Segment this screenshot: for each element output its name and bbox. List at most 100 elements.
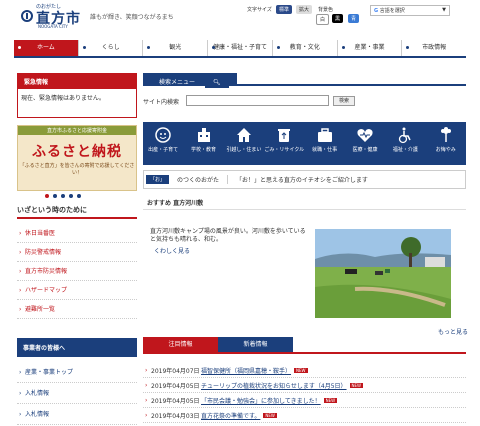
bg-white-button[interactable]: 白	[316, 14, 330, 25]
wheelchair-icon	[396, 126, 414, 144]
business-title: 事業者の皆様へ	[17, 338, 137, 357]
search-button[interactable]: 検索	[333, 96, 355, 106]
bg-black-button[interactable]: 黒	[332, 14, 344, 23]
new-badge: NEW	[294, 367, 308, 373]
house-icon	[235, 126, 253, 144]
news-title[interactable]: 「市民会議・勉強会」に参加してきました！	[201, 396, 321, 405]
news-list: › 2019年04月07日 福智保健所（福岡県嘉穂・鞍手） NEW › 2019…	[143, 363, 466, 423]
language-select-label: 言語を選択	[379, 8, 405, 14]
riverside-photo[interactable]	[315, 229, 451, 318]
news-date: 2019年04月03日	[151, 412, 200, 420]
nav-kurashi[interactable]: くらし	[79, 40, 144, 56]
nav-education[interactable]: 教育・文化	[273, 40, 338, 56]
news-row: › 2019年04月05日 チューリップの植栽状況をお知らせします（4月5日） …	[143, 378, 466, 393]
category-moving[interactable]: 引越し・住まい	[224, 122, 264, 165]
briefcase-icon	[316, 126, 334, 144]
category-condolence[interactable]: お悔やみ	[426, 122, 466, 165]
global-nav: ホーム くらし 観光 健康・福祉・子育て 教育・文化 産業・事業 市政情報	[14, 40, 466, 58]
category-work[interactable]: 就職・仕事	[305, 122, 345, 165]
emergency-box: 緊急情報 現在、緊急情報はありません。	[17, 73, 137, 118]
city-emblem-icon[interactable]	[21, 10, 33, 22]
heart-icon	[356, 126, 374, 144]
nav-kanko[interactable]: 観光	[143, 40, 209, 56]
search-input[interactable]	[186, 95, 329, 106]
tab-new[interactable]: 新着情報	[218, 337, 293, 352]
arrow-icon: ›	[145, 381, 148, 389]
carousel-dot[interactable]	[69, 194, 73, 198]
carousel-dot[interactable]	[77, 194, 81, 198]
oshirase-text: 「お！」と思える直方のイチオシをご紹介します	[236, 177, 368, 184]
search-menu-label: 検索メニュー 🔍︎	[143, 73, 237, 88]
chevron-down-icon: ▼	[442, 7, 446, 13]
bg-color-label: 背景色	[318, 7, 334, 13]
new-badge: NEW	[263, 412, 277, 418]
carousel-dot[interactable]	[53, 194, 57, 198]
carousel-dot[interactable]	[61, 194, 65, 198]
news-title[interactable]: 直方花祭の準備です。	[201, 411, 260, 420]
oshirase-bar[interactable]: 「お」 のつくのおがた 「お！」と思える直方のイチオシをご紹介します	[143, 170, 466, 189]
nav-city-info[interactable]: 市政情報	[402, 40, 466, 56]
news-title[interactable]: チューリップの植栽状況をお知らせします（4月5日）	[201, 381, 347, 390]
arrow-icon: ›	[145, 366, 148, 374]
banner-subtitle: 「ふるさと直方」を皆さんの寄附で応援してください！	[19, 163, 135, 176]
more-link[interactable]: もっと見る	[438, 327, 468, 336]
news-row: › 2019年04月03日 直方花祭の準備です。 NEW	[143, 408, 466, 423]
nav-industry[interactable]: 産業・事業	[338, 40, 403, 56]
emergency-link[interactable]: 休日当番医	[17, 224, 137, 243]
emergency-title: 緊急情報	[18, 74, 136, 89]
site-search-label: サイト内検索	[143, 99, 180, 106]
category-school[interactable]: 学校・教育	[183, 122, 223, 165]
nav-home[interactable]: ホーム	[14, 40, 79, 56]
oshirase-title: のつくのおがた	[169, 175, 229, 184]
arrow-icon: ›	[145, 396, 148, 404]
business-links: 産業・事業トップ 入札情報 入札情報	[17, 362, 137, 425]
feature-detail-link[interactable]: くわしく見る	[154, 246, 190, 255]
font-large-button[interactable]: 拡大	[296, 5, 313, 14]
google-icon: G	[374, 8, 379, 14]
emergency-link[interactable]: 直方市防災情報	[17, 262, 137, 281]
emergency-link[interactable]: 防災警戒情報	[17, 243, 137, 262]
news-tabs: 注目情報 新着情報	[143, 337, 466, 354]
banner-heading: 直方市ふるさと応援寄附金	[18, 126, 136, 135]
news-title[interactable]: 福智保健所（福岡県嘉穂・鞍手）	[201, 366, 291, 375]
nav-health[interactable]: 健康・福祉・子育て	[208, 40, 273, 56]
business-link[interactable]: 入札情報	[17, 404, 137, 425]
carousel-dot[interactable]	[45, 194, 49, 198]
search-menu-header: 検索メニュー 🔍︎	[143, 73, 466, 88]
category-recycle[interactable]: ごみ・リサイクル	[264, 122, 304, 165]
tagline: 誰もが輝き、笑顔つながるまち	[90, 14, 174, 21]
search-icon: 🔍︎	[204, 77, 229, 88]
school-icon	[195, 126, 213, 144]
news-date: 2019年04月05日	[151, 397, 200, 405]
news-date: 2019年04月07日	[151, 367, 200, 375]
new-badge: NEW	[349, 382, 364, 388]
language-select[interactable]: G 言語を選択 ▼	[370, 5, 450, 16]
feature-heading: おすすめ 直方河川敷	[143, 198, 466, 210]
bg-blue-button[interactable]: 青	[348, 14, 360, 23]
carousel-dots	[45, 194, 81, 198]
category-menu: 出産・子育て 学校・教育 引越し・住まい ごみ・リサイクル 就職・仕事 医療・健…	[143, 122, 466, 165]
emergency-text: 現在、緊急情報はありません。	[21, 95, 105, 102]
category-welfare[interactable]: 福祉・介護	[385, 122, 425, 165]
recycle-icon	[275, 126, 293, 144]
font-size-label: 文字サイズ	[247, 7, 272, 13]
flower-icon	[437, 126, 455, 144]
business-link[interactable]: 入札情報	[17, 383, 137, 404]
feature-text: 直方河川敷キャンプ場の風景が良い。河川敷を歩いていると気持ちも晴れる、和む。	[150, 228, 306, 243]
emergency-section-title: いざという時のために	[17, 205, 137, 219]
baby-icon	[154, 126, 172, 144]
category-medical[interactable]: 医療・健康	[345, 122, 385, 165]
business-link[interactable]: 産業・事業トップ	[17, 362, 137, 383]
banner-title: ふるさと納税	[32, 144, 122, 160]
emergency-link[interactable]: 避難所一覧	[17, 300, 137, 319]
news-row: › 2019年04月07日 福智保健所（福岡県嘉穂・鞍手） NEW	[143, 363, 466, 378]
arrow-icon: ›	[145, 411, 148, 419]
tab-featured[interactable]: 注目情報	[143, 337, 218, 352]
font-standard-button[interactable]: 標準	[276, 5, 293, 14]
furusato-banner[interactable]: 直方市ふるさと応援寄附金 ふるさと納税 「ふるさと直方」を皆さんの寄附で応援して…	[17, 125, 137, 191]
category-childcare[interactable]: 出産・子育て	[143, 122, 183, 165]
news-row: › 2019年04月05日 「市民会議・勉強会」に参加してきました！ NEW	[143, 393, 466, 408]
emergency-link[interactable]: ハザードマップ	[17, 281, 137, 300]
emergency-links: 休日当番医 防災警戒情報 直方市防災情報 ハザードマップ 避難所一覧	[17, 224, 137, 319]
logo-english: NOOGATA CITY	[38, 24, 68, 29]
